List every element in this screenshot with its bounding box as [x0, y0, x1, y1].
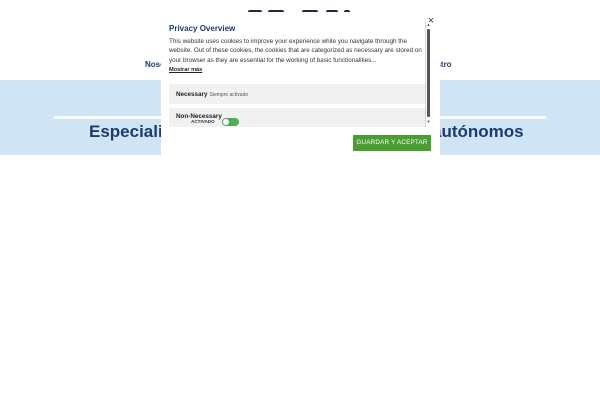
category-non-necessary[interactable]: Non-Necessary ACTIVADO — [169, 108, 425, 127]
hero-title-right: autónomos — [432, 122, 524, 141]
modal-title: Privacy Overview — [169, 24, 236, 33]
category-necessary[interactable]: Necessary Siempre activado — [169, 84, 425, 104]
non-necessary-toggle[interactable] — [222, 118, 239, 126]
hero-title-left: Especializ — [89, 122, 172, 141]
scroll-up-arrow-icon[interactable]: ▲ — [426, 22, 431, 28]
modal-description: This website uses cookies to improve you… — [169, 38, 422, 64]
modal-scroll-area[interactable]: Privacy Overview This website uses cooki… — [169, 22, 425, 127]
scroll-down-arrow-icon[interactable]: ▼ — [426, 119, 431, 125]
category-necessary-status: Siempre activado — [209, 92, 249, 98]
save-and-accept-button[interactable]: GUARDAR Y ACEPTAR — [353, 135, 431, 151]
modal-scrollbar[interactable]: ▲ ▼ — [425, 22, 431, 127]
category-necessary-name: Necessary — [176, 91, 208, 98]
category-necessary-label: Necessary Siempre activado — [176, 91, 248, 98]
toggle-knob — [223, 119, 229, 125]
toggle-status-label: ACTIVADO — [191, 119, 215, 124]
show-more-link[interactable]: Mostrar más — [169, 67, 202, 73]
scroll-thumb[interactable] — [427, 29, 430, 117]
